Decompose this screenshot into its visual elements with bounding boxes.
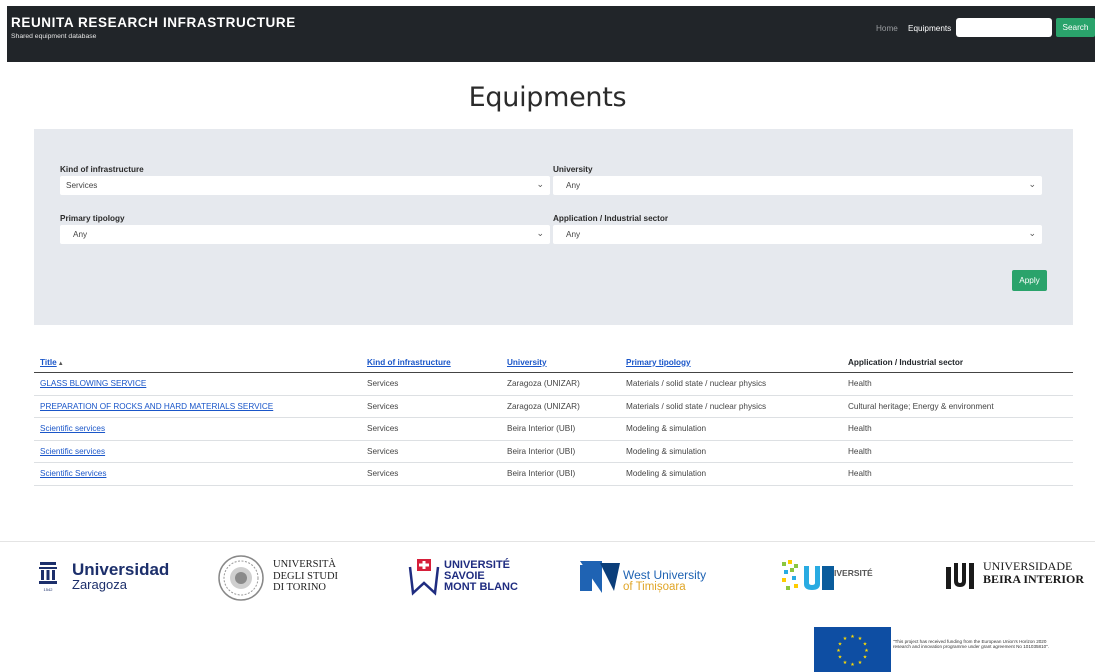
universidad-zaragoza-logo-mark: 1542 (39, 562, 57, 592)
cell-kind: Services (361, 395, 501, 418)
equipment-title-link[interactable]: GLASS BLOWING SERVICE (40, 379, 146, 388)
university-label: University (553, 165, 593, 174)
search-button[interactable]: Search (1056, 18, 1095, 37)
equipment-title-link[interactable]: Scientific services (40, 424, 105, 433)
sort-title-link[interactable]: Title (40, 358, 57, 367)
ubi-line1: UNIVERSIDADE (983, 559, 1073, 573)
navbar: REUNITA RESEARCH INFRASTRUCTURE Shared e… (7, 6, 1095, 62)
brand-title[interactable]: REUNITA RESEARCH INFRASTRUCTURE (11, 15, 296, 30)
west-university-name: West University (623, 568, 707, 582)
chevron-down-icon: ⌄ (536, 179, 544, 189)
cell-primary: Modeling & simulation (620, 462, 842, 486)
sort-primary-link[interactable]: Primary tipology (626, 358, 691, 367)
west-university-logo-mark (580, 561, 620, 593)
cell-kind: Services (361, 372, 501, 396)
cell-sector: Health (842, 440, 1073, 463)
nav-link-home[interactable]: Home (876, 24, 898, 33)
universite-logo-text: IVERSITÉ (834, 568, 873, 578)
cell-university: Zaragoza (UNIZAR) (501, 372, 620, 396)
column-header-primary[interactable]: Primary tipology (620, 352, 842, 373)
sector-select-value: Any (566, 230, 581, 239)
cell-primary: Modeling & simulation (620, 417, 842, 441)
equipment-title-link[interactable]: Scientific Services (40, 469, 106, 478)
column-header-title[interactable]: Title▲ (34, 352, 361, 373)
table-row: Scientific services Services Beira Inter… (34, 417, 1073, 441)
sort-university-link[interactable]: University (507, 358, 547, 367)
column-header-sector: Application / Industrial sector (842, 352, 1073, 373)
cell-primary: Materials / solid state / nuclear physic… (620, 372, 842, 396)
svg-text:1542: 1542 (44, 587, 54, 592)
svg-text:★: ★ (864, 648, 869, 654)
university-select[interactable]: Any ⌄ (553, 176, 1042, 195)
filter-panel: Kind of infrastructure Services ⌄ Univer… (34, 129, 1073, 325)
page-title: Equipments (468, 82, 627, 113)
kind-select-value: Services (66, 181, 98, 190)
sector-label: Application / Industrial sector (553, 214, 669, 223)
svg-text:★: ★ (843, 636, 848, 642)
top-area: REUNITA RESEARCH INFRASTRUCTURE Shared e… (0, 0, 1095, 62)
primary-tipology-label: Primary tipology (60, 214, 125, 223)
equipment-title-link[interactable]: PREPARATION OF ROCKS AND HARD MATERIALS … (40, 402, 273, 411)
cell-university: Zaragoza (UNIZAR) (501, 395, 620, 418)
eu-funding-notice: "This project has received funding from … (893, 639, 1050, 650)
sort-kind-link[interactable]: Kind of infrastructure (367, 358, 451, 367)
table-row: PREPARATION OF ROCKS AND HARD MATERIALS … (34, 395, 1073, 418)
cell-university: Beira Interior (UBI) (501, 462, 620, 486)
chevron-down-icon: ⌄ (1028, 228, 1036, 238)
svg-text:★: ★ (838, 642, 843, 648)
sort-up-icon: ▲ (57, 360, 64, 367)
kind-label: Kind of infrastructure (60, 165, 144, 174)
results-table: Title▲ Kind of infrastructure University… (34, 352, 1073, 486)
apply-button[interactable]: Apply (1012, 270, 1047, 291)
sector-select[interactable]: Any ⌄ (553, 225, 1042, 244)
table-row: Scientific services Services Beira Inter… (34, 440, 1073, 463)
primary-tipology-select[interactable]: Any ⌄ (60, 225, 550, 244)
equipment-title-link[interactable]: Scientific services (40, 447, 105, 456)
cell-sector: Health (842, 372, 1073, 396)
universidad-zaragoza-city: Zaragoza (72, 577, 127, 592)
svg-text:★: ★ (863, 642, 868, 648)
university-select-value: Any (566, 181, 581, 190)
west-university-city: of Timișoara (623, 581, 686, 593)
eu-flag-icon: ★ ★ ★ ★ ★ ★ ★ ★ ★ ★ ★ ★ (814, 627, 891, 672)
universite-logo-mark (782, 560, 834, 590)
primary-tipology-select-value: Any (73, 230, 88, 239)
table-header-row: Title▲ Kind of infrastructure University… (34, 352, 1073, 373)
svg-text:★: ★ (843, 660, 848, 666)
chevron-down-icon: ⌄ (1028, 179, 1036, 189)
table-row: GLASS BLOWING SERVICE Services Zaragoza … (34, 372, 1073, 396)
cell-university: Beira Interior (UBI) (501, 440, 620, 463)
ubi-logo-text: UNIVERSIDADE BEIRA INTERIOR (983, 560, 1084, 586)
cell-kind: Services (361, 462, 501, 486)
torino-seal-logo (218, 555, 264, 601)
svg-text:★: ★ (850, 662, 855, 668)
svg-text:★: ★ (850, 634, 855, 640)
nav-link-equipments[interactable]: Equipments (908, 24, 951, 33)
kind-select[interactable]: Services ⌄ (60, 176, 550, 195)
ubi-logo-mark (946, 563, 974, 589)
cell-university: Beira Interior (UBI) (501, 417, 620, 441)
cell-sector: Cultural heritage; Energy & environment (842, 395, 1073, 418)
cell-primary: Materials / solid state / nuclear physic… (620, 395, 842, 418)
cell-kind: Services (361, 417, 501, 441)
svg-text:★: ★ (836, 648, 841, 654)
search-input[interactable] (956, 18, 1052, 37)
svg-text:★: ★ (863, 655, 868, 661)
svg-text:★: ★ (838, 655, 843, 661)
brand-subtitle: Shared equipment database (11, 33, 97, 40)
cell-sector: Health (842, 462, 1073, 486)
chevron-down-icon: ⌄ (536, 228, 544, 238)
column-header-kind[interactable]: Kind of infrastructure (361, 352, 501, 373)
table-row: Scientific Services Services Beira Inter… (34, 462, 1073, 486)
cell-sector: Health (842, 417, 1073, 441)
savoie-mont-blanc-text: UNIVERSITÉ SAVOIE MONT BLANC (444, 559, 518, 593)
svg-text:★: ★ (858, 660, 863, 666)
footer-divider (0, 541, 1095, 542)
cell-kind: Services (361, 440, 501, 463)
ubi-line2: BEIRA INTERIOR (983, 572, 1085, 586)
savoie-mont-blanc-logo-mark (408, 559, 440, 596)
cell-primary: Modeling & simulation (620, 440, 842, 463)
column-header-university[interactable]: University (501, 352, 620, 373)
torino-logo-text: UNIVERSITÀ DEGLI STUDI DI TORINO (273, 559, 339, 593)
